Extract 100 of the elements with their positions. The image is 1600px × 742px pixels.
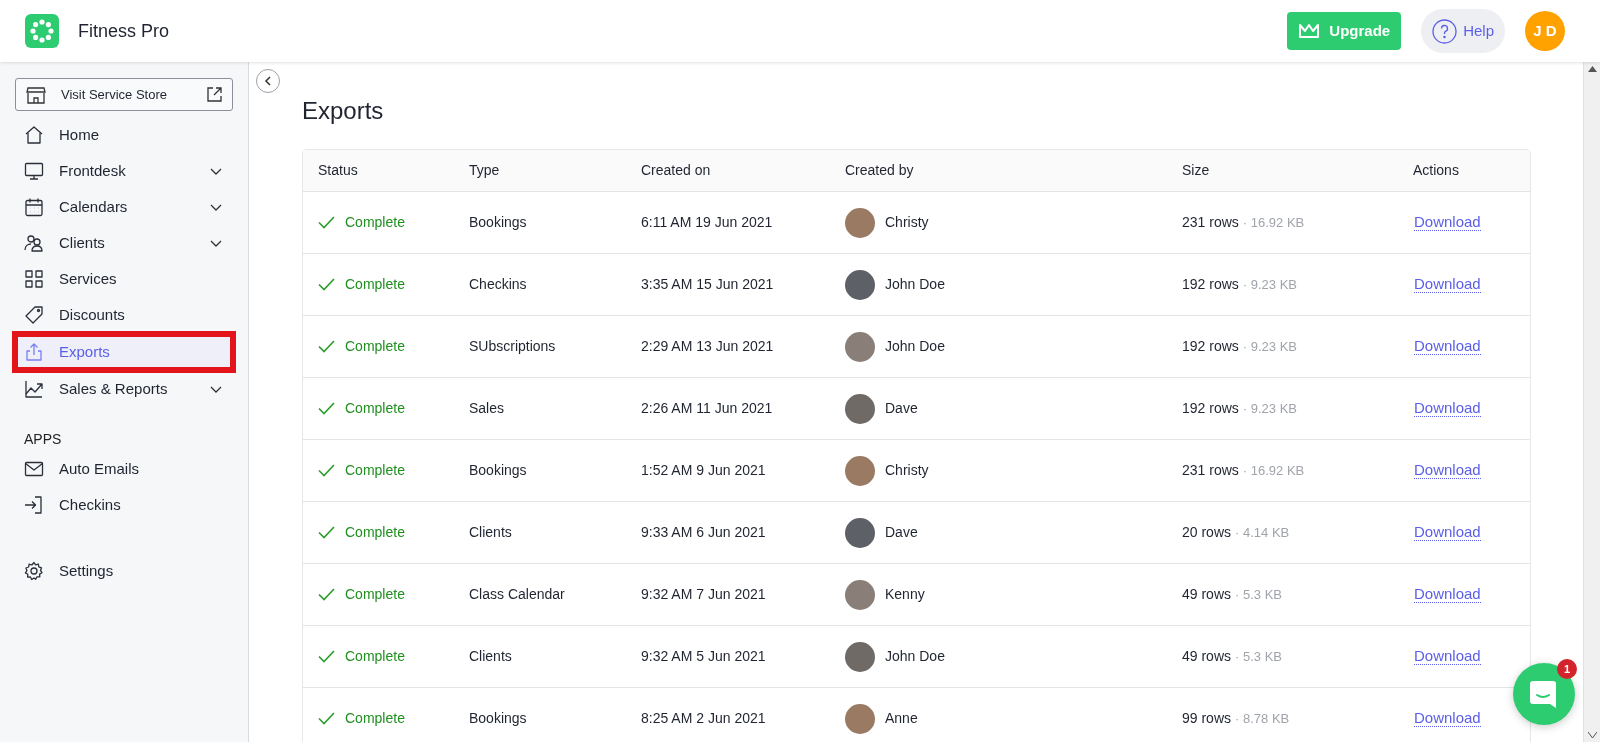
table-cell-text: 231 rows: [1182, 213, 1239, 232]
avatar-photo-placeholder: [845, 393, 875, 424]
status-text: Complete: [345, 461, 405, 480]
app-name: Fitness Pro: [78, 19, 170, 43]
table-cell-text: 8:25 AM 2 Jun 2021: [641, 709, 767, 728]
status-text: Complete: [345, 275, 405, 294]
column-header: Created on: [641, 161, 712, 180]
download-link[interactable]: Download: [1414, 709, 1481, 728]
table-cell-text: 2:29 AM 13 Jun 2021: [641, 337, 775, 356]
avatar-photo-placeholder: [845, 455, 875, 486]
download-link[interactable]: Download: [1414, 461, 1481, 480]
check-icon: [318, 278, 335, 291]
chevron-left-icon: [264, 76, 272, 86]
check-icon: [318, 650, 335, 663]
download-link[interactable]: Download: [1414, 399, 1481, 418]
upload-icon: [24, 342, 44, 362]
table-cell-text: Bookings: [469, 213, 528, 232]
avatar-photo-placeholder: [845, 641, 875, 672]
login-icon: [24, 495, 44, 515]
crown-icon: [1298, 22, 1321, 40]
check-icon: [318, 464, 335, 477]
sidebar-item[interactable]: Auto Emails: [15, 451, 233, 487]
users-icon: [24, 233, 44, 253]
grid-icon: [24, 269, 44, 289]
avatar-photo-placeholder: [845, 703, 875, 734]
download-link[interactable]: Download: [1414, 213, 1481, 232]
help-icon: [1432, 18, 1458, 44]
check-icon: [318, 712, 335, 725]
avatar-photo-placeholder: [845, 207, 875, 238]
table-cell-text: 2:26 AM 11 Jun 2021: [641, 399, 774, 418]
table-cell-text: 20 rows: [1182, 523, 1232, 542]
table-cell-text: 192 rows: [1182, 275, 1239, 294]
avatar-photo-placeholder: [845, 331, 875, 362]
table-cell-text: John Doe: [885, 337, 945, 356]
file-size: · 9.23 KB: [1242, 337, 1297, 356]
file-size: · 9.23 KB: [1242, 275, 1297, 294]
app-logo-icon: [25, 14, 59, 48]
table-cell-text: John Doe: [885, 647, 945, 666]
table-cell-text: Dave: [885, 523, 918, 542]
table-cell-text: Clients: [469, 647, 513, 666]
mail-icon: [24, 459, 44, 479]
table-cell-text: Christy: [885, 461, 929, 480]
download-link[interactable]: Download: [1414, 647, 1481, 666]
check-icon: [318, 588, 335, 601]
table-cell-text: 49 rows: [1182, 585, 1232, 604]
table-cell-text: 192 rows: [1182, 337, 1239, 356]
column-header: Status: [318, 161, 359, 180]
download-link[interactable]: Download: [1414, 275, 1481, 294]
column-header: Type: [469, 161, 501, 180]
store-icon: [26, 85, 46, 104]
file-size: · 5.3 KB: [1235, 585, 1282, 604]
sidebar-item[interactable]: Checkins: [15, 487, 233, 523]
avatar-photo-placeholder: [845, 579, 875, 610]
table-cell-text: Dave: [885, 399, 918, 418]
check-icon: [318, 216, 335, 229]
monitor-icon: [24, 161, 44, 181]
sidebar-item[interactable]: Sales & Reports: [15, 371, 233, 407]
help-button[interactable]: Help: [1421, 9, 1505, 53]
table-cell-text: 231 rows: [1182, 461, 1239, 480]
sidebar-item[interactable]: Calendars: [15, 189, 233, 225]
table-cell-text: Christy: [885, 213, 929, 232]
table-cell-text: 1:52 AM 9 Jun 2021: [641, 461, 767, 480]
table-cell-text: Class Calendar: [469, 585, 566, 604]
column-header: Created by: [845, 161, 915, 180]
sidebar-item[interactable]: Settings: [15, 553, 233, 589]
sidebar-item[interactable]: Discounts: [15, 297, 233, 333]
table-cell-text: 49 rows: [1182, 647, 1232, 666]
table-cell-text: 6:11 AM 19 Jun 2021: [641, 213, 774, 232]
sidebar-item[interactable]: Frontdesk: [15, 153, 233, 189]
status-text: Complete: [345, 399, 405, 418]
file-size: · 9.23 KB: [1242, 399, 1297, 418]
table-cell-text: Anne: [885, 709, 918, 728]
table-cell-text: Bookings: [469, 709, 528, 728]
table-cell-text: Checkins: [469, 275, 528, 294]
sidebar-item[interactable]: Exports: [15, 334, 233, 370]
table-cell-text: Bookings: [469, 461, 528, 480]
collapse-sidebar-button[interactable]: [256, 69, 280, 93]
table-cell-text: John Doe: [885, 275, 945, 294]
table-cell-text: 9:33 AM 6 Jun 2021: [641, 523, 767, 542]
scroll-up-icon: [1587, 66, 1597, 72]
chart-icon: [24, 379, 44, 399]
file-size: · 8.78 KB: [1235, 709, 1290, 728]
sidebar-item[interactable]: Clients: [15, 225, 233, 261]
status-text: Complete: [345, 523, 405, 542]
notification-badge: 1: [1557, 659, 1577, 679]
sidebar-item[interactable]: Services: [15, 261, 233, 297]
status-text: Complete: [345, 585, 405, 604]
page-title: Exports: [302, 96, 385, 126]
status-text: Complete: [345, 647, 405, 666]
file-size: · 4.14 KB: [1235, 523, 1290, 542]
check-icon: [318, 526, 335, 539]
visit-store-button[interactable]: Visit Service Store: [15, 78, 233, 111]
download-link[interactable]: Download: [1414, 523, 1481, 542]
table-cell-text: Sales: [469, 399, 506, 418]
status-text: Complete: [345, 213, 405, 232]
download-link[interactable]: Download: [1414, 337, 1481, 356]
sidebar-item[interactable]: Home: [15, 117, 233, 153]
status-text: Complete: [345, 337, 405, 356]
table-cell-text: 99 rows: [1182, 709, 1232, 728]
download-link[interactable]: Download: [1414, 585, 1481, 604]
